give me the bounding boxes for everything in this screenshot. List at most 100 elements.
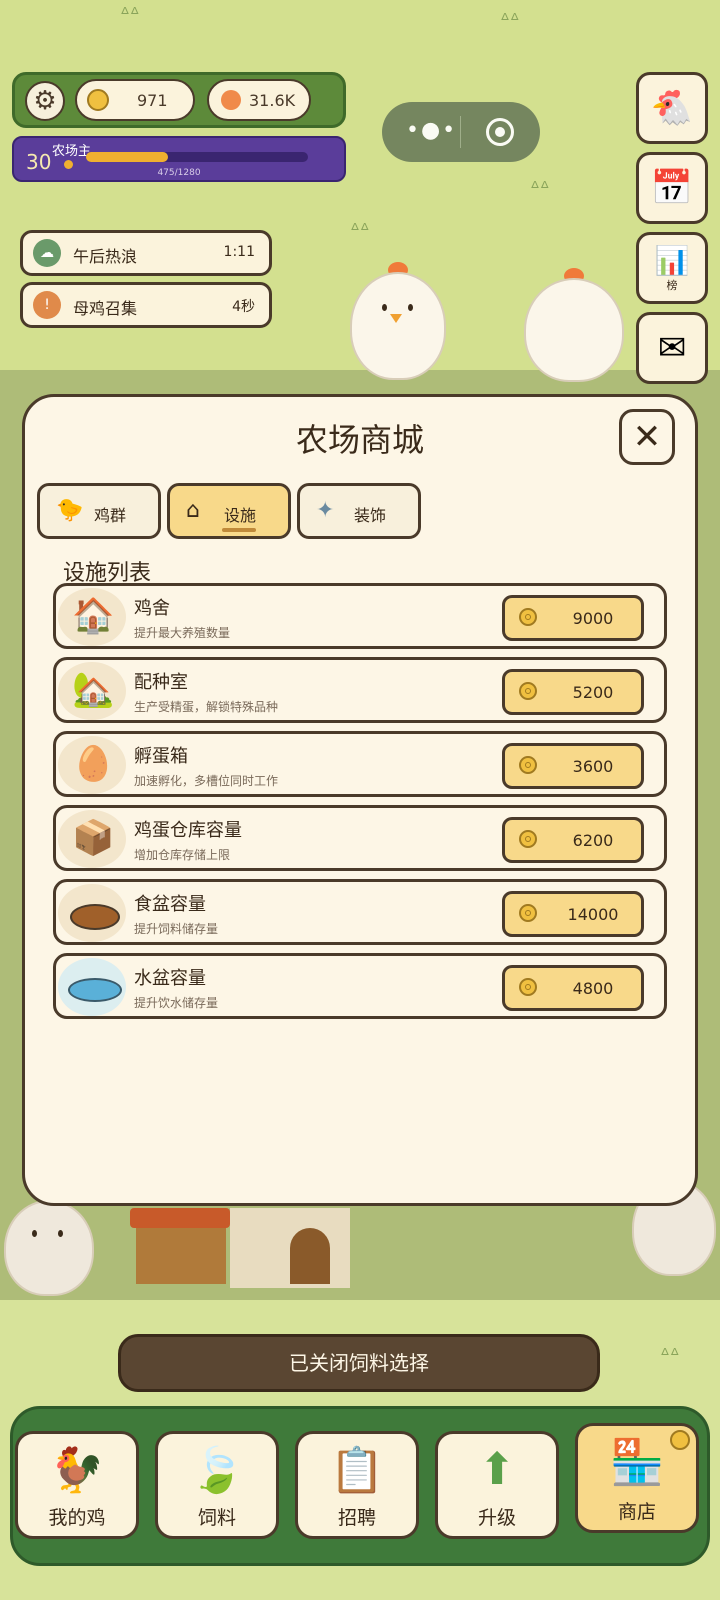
shop-item-coop[interactable]: 🏠 鸡舍 提升最大养殖数量 9000	[53, 583, 667, 649]
item-thumbnail: 📦	[58, 810, 126, 868]
upgrade-button[interactable]: ⬆ 升级	[435, 1431, 559, 1539]
buy-button[interactable]: 14000	[502, 891, 644, 937]
storage-crate-icon: 📦	[72, 818, 115, 858]
egg-value: 31.6K	[249, 90, 296, 110]
coop-wall	[136, 1228, 226, 1284]
leaderboard-button[interactable]: 📊 榜	[636, 232, 708, 304]
level-progress-bar[interactable]: 30 农场主 475/1280	[12, 136, 346, 182]
xp-text: 475/1280	[157, 168, 201, 178]
xp-track	[86, 152, 308, 162]
shop-item-water-bowl[interactable]: 水盆容量 提升饮水储存量 4800	[53, 953, 667, 1019]
item-description: 加速孵化，多槽位同时工作	[134, 774, 279, 788]
coin-counter[interactable]: 971	[75, 79, 195, 121]
tab-flock[interactable]: 🐤 鸡群	[37, 483, 161, 539]
shop-item-incubator[interactable]: 🥚 孵蛋箱 加速孵化，多槽位同时工作 3600	[53, 731, 667, 797]
buy-button[interactable]: 9000	[502, 595, 644, 641]
item-name: 水盆容量	[134, 968, 206, 989]
item-thumbnail	[58, 958, 126, 1016]
dock-label: 招聘	[337, 1507, 376, 1529]
grass-decoration: ᐞᐞ	[350, 220, 370, 241]
coin-icon	[87, 89, 109, 111]
chicken[interactable]	[350, 262, 446, 386]
coin-icon	[519, 608, 537, 626]
shop-item-feed-bowl[interactable]: 食盆容量 提升饲料储存量 14000	[53, 879, 667, 945]
close-miniprogram-icon[interactable]	[486, 118, 514, 146]
coop-icon: 🏠	[72, 596, 115, 636]
settings-gear-icon[interactable]: ⚙	[25, 81, 65, 121]
weather-icon: ☁	[33, 239, 61, 267]
buy-button[interactable]: 6200	[502, 817, 644, 863]
item-name: 鸡舍	[134, 598, 170, 619]
chicken-eye	[382, 304, 387, 311]
chicken-icon: 🐓	[49, 1445, 105, 1496]
more-menu-icon[interactable]: •●•	[406, 118, 457, 143]
recruit-button[interactable]: 📋 招聘	[295, 1431, 419, 1539]
coin-value: 971	[137, 90, 168, 110]
price-value: 5200	[572, 683, 614, 702]
price-value: 6200	[572, 831, 614, 850]
chicken-body	[350, 272, 446, 380]
close-button[interactable]: ✕	[619, 409, 675, 465]
chicken[interactable]	[524, 268, 624, 388]
price-value: 14000	[567, 905, 619, 924]
item-description: 提升饮水储存量	[134, 996, 219, 1010]
tab-active-indicator	[221, 528, 256, 532]
mail-button[interactable]: ✉	[636, 312, 708, 384]
item-thumbnail: 🥚	[58, 736, 126, 794]
egg-icon	[221, 90, 241, 110]
farm-shop-modal: 农场商城 ✕ 🐤 鸡群 ⌂ 设施 ✦ 装饰 设施列表 🏠 鸡舍 提升最大养殖数量…	[22, 394, 698, 1206]
event-label: 午后热浪	[73, 247, 138, 266]
item-description: 提升饲料储存量	[134, 922, 219, 936]
feed-selection-toggle[interactable]: 已关闭饲料选择	[118, 1334, 600, 1392]
coop-door	[290, 1228, 330, 1284]
chicken[interactable]	[4, 1200, 94, 1300]
alert-icon: !	[33, 291, 61, 319]
event-hen-gathering[interactable]: ! 母鸡召集 4秒	[20, 282, 272, 328]
coop-roof	[130, 1208, 230, 1228]
coin-icon	[519, 682, 537, 700]
shop-button[interactable]: 🏪 商店	[575, 1423, 699, 1533]
storefront-icon: 🏪	[609, 1437, 665, 1488]
dock-label: 饲料	[197, 1507, 236, 1529]
feed-button[interactable]: 🍃 饲料	[155, 1431, 279, 1539]
up-arrow-icon: ⬆	[478, 1444, 516, 1495]
modal-title: 农场商城	[295, 421, 424, 459]
breeding-room-icon: 🏡	[72, 670, 115, 710]
event-timer: 1:11	[223, 244, 255, 260]
shop-item-breeding-room[interactable]: 🏡 配种室 生产受精蛋，解锁特殊品种 5200	[53, 657, 667, 723]
id-badge-icon: 📋	[329, 1445, 385, 1496]
my-chickens-button[interactable]: 🐓 我的鸡	[15, 1431, 139, 1539]
grass-decoration: ᐞᐞ	[530, 178, 550, 199]
buy-button[interactable]: 4800	[502, 965, 644, 1011]
price-value: 3600	[572, 757, 614, 776]
egg-counter[interactable]: 31.6K	[207, 79, 311, 121]
grass-decoration: ᐞᐞ	[660, 1345, 680, 1366]
chicken-coop-building[interactable]	[130, 1208, 360, 1298]
chicken-eye	[408, 304, 413, 311]
item-name: 食盆容量	[134, 894, 206, 915]
coin-icon	[519, 904, 537, 922]
item-description: 生产受精蛋，解锁特殊品种	[134, 700, 279, 714]
item-description: 提升最大养殖数量	[134, 626, 231, 640]
bottom-dock: 🐓 我的鸡 🍃 饲料 📋 招聘 ⬆ 升级 🏪 商店	[10, 1406, 710, 1566]
buy-button[interactable]: 5200	[502, 669, 644, 715]
tab-facilities[interactable]: ⌂ 设施	[167, 483, 291, 539]
tab-label: 鸡群	[93, 506, 126, 525]
dock-label: 升级	[477, 1507, 516, 1529]
price-value: 9000	[572, 609, 614, 628]
chicken-family-button[interactable]: 🐔	[636, 72, 708, 144]
chicken-body	[4, 1200, 94, 1296]
daily-checkin-button[interactable]: 📅	[636, 152, 708, 224]
resource-bar: ⚙ 971 31.6K	[12, 72, 346, 128]
item-name: 孵蛋箱	[134, 746, 188, 767]
shop-item-egg-storage[interactable]: 📦 鸡蛋仓库容量 增加仓库存储上限 6200	[53, 805, 667, 871]
price-value: 4800	[572, 979, 614, 998]
buy-button[interactable]: 3600	[502, 743, 644, 789]
capsule-divider	[460, 116, 461, 148]
item-thumbnail	[58, 884, 126, 942]
chicken-eye	[58, 1230, 63, 1237]
event-afternoon-heatwave[interactable]: ☁ 午后热浪 1:11	[20, 230, 272, 276]
coin-icon	[519, 978, 537, 996]
tab-decorations[interactable]: ✦ 装饰	[297, 483, 421, 539]
leaf-icon: 🍃	[189, 1445, 245, 1496]
